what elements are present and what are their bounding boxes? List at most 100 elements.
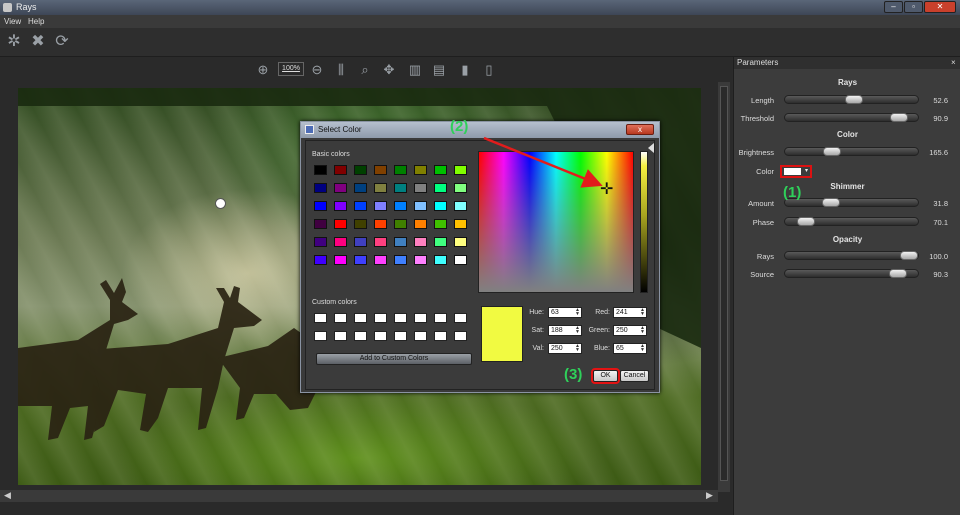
source-slider-knob[interactable] <box>888 269 907 278</box>
basic-color-swatch[interactable] <box>414 201 427 211</box>
color-picker-button[interactable]: ▾ <box>780 165 812 178</box>
custom-color-swatch[interactable] <box>354 331 367 341</box>
basic-color-swatch[interactable] <box>334 219 347 229</box>
custom-color-swatch[interactable] <box>314 313 327 323</box>
basic-color-swatch[interactable] <box>374 201 387 211</box>
ok-button[interactable]: OK <box>591 368 620 384</box>
single-view-icon[interactable]: ▮ <box>456 61 474 79</box>
color-spectrum[interactable]: ✛ <box>478 151 634 293</box>
custom-color-swatch[interactable] <box>434 331 447 341</box>
spinner-arrows-icon[interactable]: ▲ ▼ <box>640 344 645 353</box>
source-value[interactable]: 90.3 <box>920 270 948 279</box>
zoom-level[interactable]: 100% <box>278 62 304 76</box>
refresh-icon[interactable]: ⟳ <box>52 32 72 52</box>
basic-color-swatch[interactable] <box>414 255 427 265</box>
scroll-left-arrow-icon[interactable]: ◀ <box>4 490 11 501</box>
basic-color-swatch[interactable] <box>454 183 467 193</box>
amount-slider[interactable] <box>784 198 919 207</box>
basic-color-swatch[interactable] <box>374 237 387 247</box>
basic-color-swatch[interactable] <box>314 183 327 193</box>
basic-color-swatch[interactable] <box>334 237 347 247</box>
brightness-value[interactable]: 165.6 <box>920 148 948 157</box>
basic-color-swatch[interactable] <box>414 183 427 193</box>
basic-color-swatch[interactable] <box>354 255 367 265</box>
spinner-arrows-icon[interactable]: ▲ ▼ <box>640 308 645 317</box>
opacity-rays-slider[interactable] <box>784 251 919 260</box>
vertical-scroll-thumb[interactable] <box>720 86 728 481</box>
basic-color-swatch[interactable] <box>434 237 447 247</box>
minimize-button[interactable]: – <box>884 1 903 13</box>
basic-color-swatch[interactable] <box>314 237 327 247</box>
custom-color-swatch[interactable] <box>434 313 447 323</box>
spinner-arrows-icon[interactable]: ▲ ▼ <box>640 326 645 335</box>
sat-input[interactable]: 188 ▲ ▼ <box>548 325 582 336</box>
pan-move-icon[interactable]: ✥ <box>380 61 398 79</box>
maximize-button[interactable]: ▫ <box>904 1 923 13</box>
basic-color-swatch[interactable] <box>354 165 367 175</box>
basic-color-swatch[interactable] <box>394 219 407 229</box>
basic-color-swatch[interactable] <box>374 183 387 193</box>
custom-color-swatch[interactable] <box>394 331 407 341</box>
red-input[interactable]: 241 ▲ ▼ <box>613 307 647 318</box>
split-view-horizontal-icon[interactable]: ▤ <box>430 61 448 79</box>
zoom-out-icon[interactable]: ⊖ <box>308 61 326 79</box>
split-view-vertical-icon[interactable]: ▥ <box>406 61 424 79</box>
menu-help[interactable]: Help <box>28 17 44 26</box>
threshold-value[interactable]: 90.9 <box>920 114 948 123</box>
add-to-custom-colors-button[interactable]: Add to Custom Colors <box>316 353 472 365</box>
luminance-bar[interactable] <box>640 151 648 293</box>
source-slider[interactable] <box>784 269 919 278</box>
threshold-slider-knob[interactable] <box>889 113 908 122</box>
vertical-scrollbar[interactable] <box>718 82 730 492</box>
horizontal-scrollbar[interactable]: ◀ ▶ <box>0 490 718 502</box>
basic-color-swatch[interactable] <box>394 201 407 211</box>
basic-color-swatch[interactable] <box>454 165 467 175</box>
basic-color-swatch[interactable] <box>454 237 467 247</box>
amount-value[interactable]: 31.8 <box>920 199 948 208</box>
brightness-slider[interactable] <box>784 147 919 156</box>
custom-color-swatch[interactable] <box>414 331 427 341</box>
basic-color-swatch[interactable] <box>334 165 347 175</box>
dialog-close-button[interactable]: x <box>626 124 654 135</box>
basic-color-swatch[interactable] <box>394 183 407 193</box>
settings-gear-icon[interactable]: ✲ <box>4 32 24 52</box>
cancel-button[interactable]: Cancel <box>620 370 649 382</box>
basic-color-swatch[interactable] <box>334 201 347 211</box>
basic-color-swatch[interactable] <box>414 165 427 175</box>
spinner-arrows-icon[interactable]: ▲ ▼ <box>575 308 580 317</box>
basic-color-swatch[interactable] <box>434 165 447 175</box>
basic-color-swatch[interactable] <box>454 219 467 229</box>
basic-color-swatch[interactable] <box>354 219 367 229</box>
menu-view[interactable]: View <box>4 17 21 26</box>
opacity-rays-slider-knob[interactable] <box>900 251 918 260</box>
amount-slider-knob[interactable] <box>821 198 840 207</box>
luminance-arrow-icon[interactable] <box>648 143 654 153</box>
basic-color-swatch[interactable] <box>434 255 447 265</box>
basic-color-swatch[interactable] <box>454 255 467 265</box>
val-input[interactable]: 250 ▲ ▼ <box>548 343 582 354</box>
basic-color-swatch[interactable] <box>394 165 407 175</box>
basic-color-swatch[interactable] <box>374 165 387 175</box>
basic-color-swatch[interactable] <box>414 219 427 229</box>
basic-color-swatch[interactable] <box>454 201 467 211</box>
basic-color-swatch[interactable] <box>374 255 387 265</box>
basic-color-swatch[interactable] <box>414 237 427 247</box>
basic-color-swatch[interactable] <box>334 255 347 265</box>
close-panel-icon[interactable]: × <box>951 58 956 67</box>
ray-source-handle[interactable] <box>215 198 226 209</box>
basic-color-swatch[interactable] <box>314 165 327 175</box>
magnifier-icon[interactable]: ⌕ <box>356 61 374 79</box>
length-slider[interactable] <box>784 95 919 104</box>
basic-color-swatch[interactable] <box>434 201 447 211</box>
threshold-slider[interactable] <box>784 113 919 122</box>
custom-color-swatch[interactable] <box>314 331 327 341</box>
custom-color-swatch[interactable] <box>414 313 427 323</box>
close-window-button[interactable]: ✕ <box>924 1 956 13</box>
custom-color-swatch[interactable] <box>374 313 387 323</box>
phase-slider[interactable] <box>784 217 919 226</box>
zoom-in-icon[interactable]: ⊕ <box>254 61 272 79</box>
green-input[interactable]: 250 ▲ ▼ <box>613 325 647 336</box>
basic-color-swatch[interactable] <box>314 201 327 211</box>
basic-color-swatch[interactable] <box>314 255 327 265</box>
scroll-right-arrow-icon[interactable]: ▶ <box>706 490 713 501</box>
